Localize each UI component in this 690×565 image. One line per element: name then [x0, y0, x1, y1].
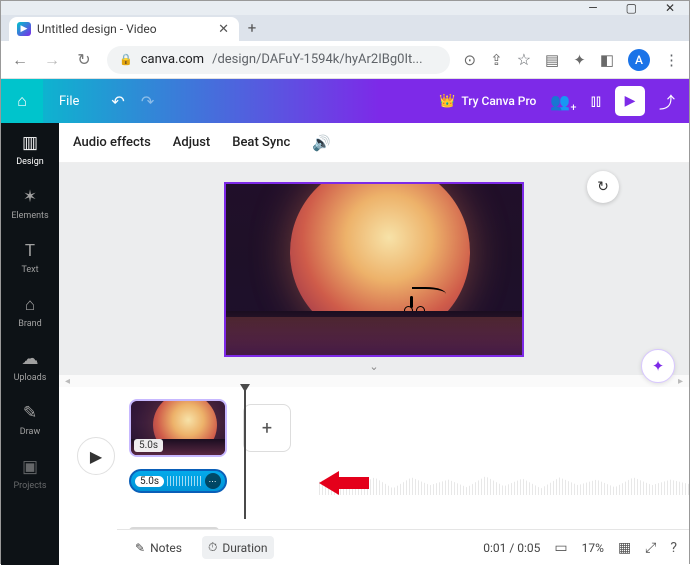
try-pro-button[interactable]: 👑 Try Canva Pro: [439, 94, 536, 109]
timeline-playhead[interactable]: [244, 387, 246, 519]
export-icon[interactable]: ⤴: [659, 89, 675, 113]
audio-duration-badge: 5.0s: [135, 476, 164, 487]
close-tab-icon[interactable]: ✕: [218, 22, 229, 37]
sidebar-item-elements[interactable]: ✶Elements: [1, 177, 59, 231]
file-menu[interactable]: File: [43, 79, 95, 123]
design-icon: ▥: [22, 133, 38, 153]
sparkle-icon: ✦: [652, 357, 665, 375]
sidebar-item-brand[interactable]: ⌂Brand: [1, 285, 59, 339]
undo-redo: ↶ ↷: [95, 92, 170, 111]
present-button[interactable]: ▶: [615, 86, 645, 116]
home-button[interactable]: ⌂: [1, 79, 43, 123]
sidebar-item-draw[interactable]: ✎Draw: [1, 393, 59, 447]
waveform-icon: [167, 476, 202, 486]
audio-clip[interactable]: 5.0s ⋯: [129, 469, 227, 493]
url-path: /design/DAFuY-1594k/hyAr2IBg0It...: [212, 52, 422, 67]
play-button[interactable]: ▶: [77, 437, 115, 475]
blue-square-icon: ▶: [17, 22, 31, 36]
expand-up-icon[interactable]: ⌄: [369, 360, 378, 373]
lock-icon: 🔒: [119, 53, 133, 66]
url-input[interactable]: 🔒 canva.com /design/DAFuY-1594k/hyAr2IBg…: [107, 46, 450, 74]
back-button[interactable]: ←: [11, 50, 29, 70]
clip-menu-button[interactable]: ⋯: [205, 473, 221, 489]
undo-button[interactable]: ↶: [111, 92, 124, 111]
close-window-icon[interactable]: ✕: [665, 1, 675, 15]
minimize-icon[interactable]: —: [588, 1, 597, 15]
projects-icon: ▣: [22, 457, 38, 477]
readmode-icon[interactable]: ▤: [545, 51, 559, 69]
app-topbar: ⌂ File ↶ ↷ 👑 Try Canva Pro 👥₊ ⫾⫾ ▶ ⤴: [1, 79, 689, 123]
sidebar-item-design[interactable]: ▥Design: [1, 123, 59, 177]
tab-title: Untitled design - Video: [37, 22, 157, 36]
window-titlebar: — ▢ ✕: [1, 1, 689, 15]
notes-button[interactable]: ✎Notes: [129, 537, 188, 559]
share-icon[interactable]: ⇪: [490, 51, 503, 69]
tool-sidebar: ▥Design ✶Elements TText ⌂Brand ☁Uploads …: [1, 123, 59, 565]
track-waveform: [319, 473, 689, 495]
annotation-arrow: [319, 470, 369, 496]
brand-icon: ⌂: [25, 295, 35, 315]
browser-address-bar: ← → ↻ 🔒 canva.com /design/DAFuY-1594k/hy…: [1, 41, 689, 79]
try-pro-label: Try Canva Pro: [461, 94, 536, 108]
forward-button[interactable]: →: [43, 50, 61, 70]
text-icon: T: [25, 241, 35, 261]
beat-sync-button[interactable]: Beat Sync: [232, 135, 290, 150]
cycle-icon: ↻: [597, 179, 609, 195]
fullscreen-icon[interactable]: ⤢: [645, 540, 656, 556]
browser-tab[interactable]: ▶ Untitled design - Video ✕: [9, 17, 239, 41]
regenerate-button[interactable]: ↻: [587, 171, 619, 203]
invite-icon[interactable]: 👥₊: [550, 92, 576, 111]
adjust-button[interactable]: Adjust: [173, 135, 210, 150]
clip-duration-badge: 5.0s: [134, 439, 163, 452]
redo-button[interactable]: ↷: [141, 92, 154, 111]
search-icon[interactable]: ⊙: [464, 51, 477, 69]
browser-tabstrip: ▶ Untitled design - Video ✕ +: [1, 15, 689, 41]
elements-icon: ✶: [23, 187, 37, 207]
extensions-icon[interactable]: ✦: [573, 51, 586, 69]
analytics-icon[interactable]: ⫾⫾: [591, 91, 601, 111]
help-icon[interactable]: ?: [670, 540, 677, 556]
magic-button[interactable]: ✦: [641, 349, 675, 383]
sidebar-item-projects[interactable]: ▣Projects: [1, 447, 59, 501]
zoom-level: 17%: [582, 541, 604, 555]
context-toolbar: Audio effects Adjust Beat Sync 🔊: [59, 123, 689, 163]
profile-avatar[interactable]: A: [628, 49, 650, 71]
time-position: 0:01 / 0:05: [483, 541, 540, 555]
browser-menu-icon[interactable]: ⋮: [664, 51, 679, 69]
video-frame[interactable]: [224, 182, 524, 357]
speaker-icon[interactable]: 🔊: [312, 134, 331, 152]
uploads-icon: ☁: [22, 349, 39, 369]
sidebar-item-uploads[interactable]: ☁Uploads: [1, 339, 59, 393]
sidebar-item-text[interactable]: TText: [1, 231, 59, 285]
canvas-stage[interactable]: ↻ ✦ ⌄: [59, 163, 689, 375]
sidepanel-icon[interactable]: ◧: [600, 51, 614, 69]
bookmark-icon[interactable]: ☆: [517, 50, 531, 69]
audio-effects-button[interactable]: Audio effects: [73, 135, 151, 150]
url-domain: canva.com: [141, 52, 204, 67]
notes-icon: ✎: [135, 541, 145, 555]
home-icon: ⌂: [17, 91, 27, 111]
add-page-button[interactable]: +: [243, 404, 291, 452]
timeline-clip[interactable]: 5.0s: [129, 399, 227, 457]
grid-view-icon[interactable]: ▦: [618, 540, 631, 556]
reload-button[interactable]: ↻: [75, 50, 93, 69]
footer-bar: ✎Notes ⏱Duration 0:01 / 0:05 ▭ 17% ▦ ⤢ ?: [117, 529, 689, 565]
fit-icon[interactable]: ▭: [554, 540, 567, 556]
new-tab-button[interactable]: +: [239, 15, 265, 41]
duration-button[interactable]: ⏱Duration: [202, 536, 274, 559]
timer-icon: ⏱: [208, 540, 217, 555]
crown-icon: 👑: [439, 94, 455, 109]
stage-scrollbar[interactable]: ◂▸: [59, 375, 689, 387]
draw-icon: ✎: [23, 403, 37, 423]
maximize-icon[interactable]: ▢: [626, 1, 637, 15]
